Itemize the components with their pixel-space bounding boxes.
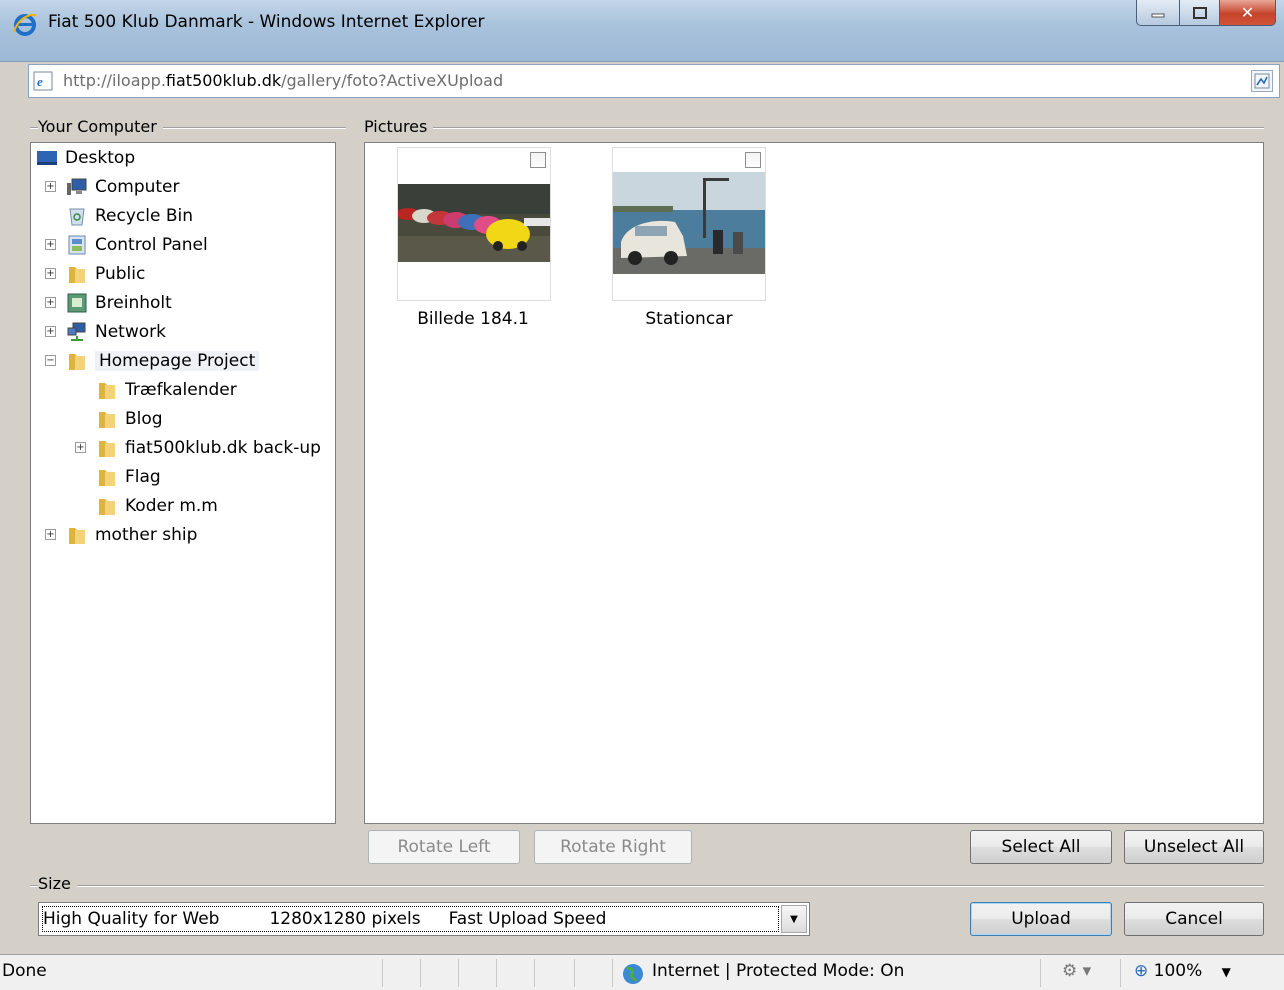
- folder-icon: [69, 267, 85, 283]
- window-title: Fiat 500 Klub Danmark - Windows Internet…: [48, 12, 485, 32]
- status-divider: [420, 959, 421, 987]
- picture-caption: Stationcar: [645, 309, 733, 329]
- folder-icon: [69, 528, 85, 544]
- expand-public-button[interactable]: +: [45, 268, 56, 279]
- pictures-panel[interactable]: Billede 184.1 Stationcar: [364, 142, 1264, 824]
- computer-icon: [67, 178, 87, 195]
- maximize-icon: [1192, 6, 1207, 19]
- select-all-button[interactable]: Select All: [970, 830, 1112, 864]
- size-label: Size: [38, 874, 77, 893]
- folder-icon: [99, 499, 115, 515]
- tree-item-backup[interactable]: fiat500klub.dk back-up: [97, 435, 321, 461]
- status-divider: [534, 959, 535, 987]
- upload-button[interactable]: Upload: [970, 902, 1112, 936]
- close-button[interactable]: ✕: [1220, 0, 1276, 26]
- status-divider: [574, 959, 575, 987]
- tree-item-koder[interactable]: Koder m.m: [97, 493, 218, 519]
- user-folder-icon: [67, 293, 87, 313]
- internet-explorer-icon: [13, 13, 37, 36]
- status-divider: [1040, 959, 1041, 987]
- folder-tree[interactable]: Desktop + Computer Recycle Bin + Control…: [30, 142, 336, 824]
- tree-item-flag[interactable]: Flag: [97, 464, 161, 490]
- cancel-button[interactable]: Cancel: [1124, 902, 1264, 936]
- tree-item-traefkalender[interactable]: Træfkalender: [97, 377, 237, 403]
- tree-item-computer[interactable]: Computer: [67, 174, 180, 200]
- zoom-icon: ⊕: [1134, 961, 1149, 981]
- folder-icon: [69, 354, 85, 370]
- status-bar: Done Internet | Protected Mode: On ⚙ ▾ ⊕…: [0, 954, 1284, 990]
- rotate-right-button[interactable]: Rotate Right: [534, 830, 692, 864]
- maximize-button[interactable]: [1180, 0, 1220, 26]
- size-separator: [30, 885, 1264, 887]
- rotate-left-button[interactable]: Rotate Left: [368, 830, 520, 864]
- address-bar[interactable]: e http://iloapp.fiat500klub.dk/gallery/f…: [28, 64, 1280, 98]
- tree-item-network[interactable]: Network: [67, 319, 166, 345]
- protected-mode-icon[interactable]: ⚙ ▾: [1062, 961, 1091, 981]
- tree-item-breinholt[interactable]: Breinholt: [67, 290, 172, 316]
- unselect-all-button[interactable]: Unselect All: [1124, 830, 1264, 864]
- svg-text:e: e: [37, 74, 43, 89]
- minimize-button[interactable]: [1136, 0, 1180, 26]
- status-divider: [612, 959, 613, 987]
- security-zone-text[interactable]: Internet | Protected Mode: On: [652, 961, 904, 981]
- pictures-label: Pictures: [364, 117, 434, 136]
- title-bar: Fiat 500 Klub Danmark - Windows Internet…: [0, 0, 1284, 62]
- dropdown-arrow-icon[interactable]: ▼: [781, 905, 807, 933]
- car-photo: [613, 172, 765, 274]
- page-icon: e: [33, 71, 53, 91]
- picture-thumbnail[interactable]: [612, 147, 766, 301]
- car-photo: [398, 184, 550, 262]
- tree-item-recycle-bin[interactable]: Recycle Bin: [67, 203, 193, 229]
- close-icon: ✕: [1240, 3, 1255, 22]
- globe-icon: [623, 964, 643, 984]
- picture-thumbnail[interactable]: [397, 147, 551, 301]
- status-divider: [1120, 959, 1121, 987]
- pictures-separator: [364, 127, 1264, 129]
- zoom-dropdown-icon: ▼: [1221, 965, 1231, 979]
- url-text[interactable]: http://iloapp.fiat500klub.dk/gallery/fot…: [63, 71, 503, 90]
- folder-icon: [99, 470, 115, 486]
- status-text: Done: [2, 961, 47, 981]
- network-icon: [67, 322, 86, 341]
- expand-network-button[interactable]: +: [45, 326, 56, 337]
- status-divider: [458, 959, 459, 987]
- tree-item-public[interactable]: Public: [67, 261, 145, 287]
- compatibility-view-icon[interactable]: [1251, 70, 1273, 92]
- expand-breinholt-button[interactable]: +: [45, 297, 56, 308]
- folder-icon: [99, 412, 115, 428]
- expand-backup-button[interactable]: +: [75, 442, 86, 453]
- size-select[interactable]: High Quality for Web 1280x1280 pixels Fast…: [38, 902, 810, 936]
- select-checkbox[interactable]: [745, 152, 761, 168]
- expand-mother-ship-button[interactable]: +: [45, 529, 56, 540]
- page-refresh-icon: [1254, 73, 1270, 89]
- recycle-bin-icon: [69, 208, 85, 226]
- status-divider: [496, 959, 497, 987]
- folder-icon: [99, 441, 115, 457]
- folder-icon: [99, 383, 115, 399]
- expand-control-panel-button[interactable]: +: [45, 239, 56, 250]
- picture-caption: Billede 184.1: [417, 309, 529, 329]
- status-divider: [382, 959, 383, 987]
- tree-item-control-panel[interactable]: Control Panel: [67, 232, 208, 258]
- minimize-icon: [1151, 13, 1165, 17]
- zoom-control[interactable]: ⊕ 100% ▼: [1134, 961, 1231, 981]
- desktop-icon: [37, 151, 57, 165]
- tree-item-blog[interactable]: Blog: [97, 406, 163, 432]
- expand-computer-button[interactable]: +: [45, 181, 56, 192]
- tree-item-homepage-project[interactable]: Homepage Project: [67, 348, 260, 374]
- size-selected-value: High Quality for Web 1280x1280 pixels Fast…: [42, 906, 779, 932]
- select-checkbox[interactable]: [530, 152, 546, 168]
- your-computer-label: Your Computer: [38, 117, 163, 136]
- control-panel-icon: [68, 235, 86, 255]
- tree-item-mother-ship[interactable]: mother ship: [67, 522, 197, 548]
- collapse-homepage-project-button[interactable]: −: [45, 355, 56, 366]
- tree-item-desktop[interactable]: Desktop: [37, 145, 135, 171]
